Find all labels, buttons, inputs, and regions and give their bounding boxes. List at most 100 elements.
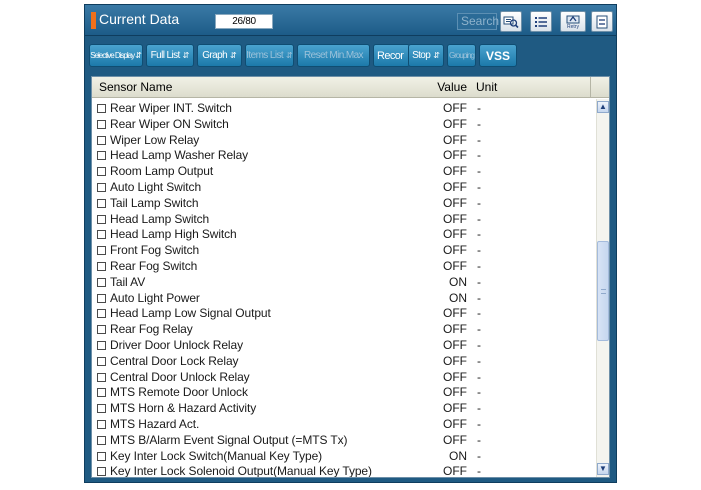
row-checkbox[interactable] xyxy=(97,261,106,271)
row-checkbox[interactable] xyxy=(97,293,106,303)
row-checkbox[interactable] xyxy=(97,135,106,145)
row-checkbox[interactable] xyxy=(97,372,106,382)
row-checkbox[interactable] xyxy=(97,356,106,366)
table-row[interactable]: MTS Horn & Hazard Activity OFF - xyxy=(92,401,592,417)
grouping-button[interactable]: Grouping xyxy=(447,44,476,67)
sensor-value: OFF xyxy=(443,164,467,179)
table-row[interactable]: Rear Fog Relay OFF - xyxy=(92,322,592,338)
graph-label: Graph xyxy=(202,50,228,61)
scroll-thumb[interactable] xyxy=(597,241,609,341)
full-list-button[interactable]: Full List ⇵ xyxy=(146,44,194,67)
row-checkbox[interactable] xyxy=(97,151,106,161)
retry-icon xyxy=(566,15,580,23)
table-row[interactable]: Tail AV ON - xyxy=(92,275,592,291)
table-row[interactable]: Key Inter Lock Solenoid Output(Manual Ke… xyxy=(92,464,592,478)
sensor-name: MTS B/Alarm Event Signal Output (=MTS Tx… xyxy=(110,432,348,447)
zoom-button[interactable] xyxy=(500,11,522,32)
vss-button[interactable]: VSS xyxy=(479,44,517,67)
menu-button[interactable] xyxy=(591,11,613,32)
row-checkbox[interactable] xyxy=(97,467,106,477)
table-row[interactable]: MTS Remote Door Unlock OFF - xyxy=(92,385,592,401)
sensor-unit: - xyxy=(477,306,481,321)
items-list-button[interactable]: Items List ⇵ xyxy=(245,44,294,67)
updown-arrow-icon: ⇵ xyxy=(433,50,440,60)
row-checkbox[interactable] xyxy=(97,419,106,429)
table-row[interactable]: MTS Hazard Act. OFF - xyxy=(92,417,592,433)
value-column-header[interactable]: Value xyxy=(397,80,467,94)
table-row[interactable]: Auto Light Power ON - xyxy=(92,291,592,307)
row-checkbox[interactable] xyxy=(97,246,106,256)
table-row[interactable]: Rear Wiper INT. Switch OFF - xyxy=(92,101,592,117)
row-checkbox[interactable] xyxy=(97,325,106,335)
unit-column-header[interactable]: Unit xyxy=(476,80,497,94)
table-row[interactable]: MTS B/Alarm Event Signal Output (=MTS Tx… xyxy=(92,433,592,449)
row-checkbox[interactable] xyxy=(97,167,106,177)
row-checkbox[interactable] xyxy=(97,309,106,319)
row-checkbox[interactable] xyxy=(97,214,106,224)
retry-button[interactable]: Retry xyxy=(560,11,586,32)
title-bar: Current Data 26/80 Search Retry xyxy=(85,5,616,36)
table-row[interactable]: Head Lamp Low Signal Output OFF - xyxy=(92,306,592,322)
graph-button[interactable]: Graph ⇵ xyxy=(197,44,242,67)
sensor-value: OFF xyxy=(443,227,467,242)
scroll-down-arrow-icon[interactable]: ▼ xyxy=(597,463,609,475)
sensor-name-column-header[interactable]: Sensor Name xyxy=(99,80,172,94)
sensor-unit: - xyxy=(477,369,481,384)
sensor-name: Central Door Unlock Relay xyxy=(110,369,250,384)
sensor-name: Head Lamp Washer Relay xyxy=(110,148,249,163)
row-checkbox[interactable] xyxy=(97,388,106,398)
sensor-value: OFF xyxy=(443,243,467,258)
sensor-unit: - xyxy=(477,401,481,416)
toolbar: Selective Display ⇵ Full List ⇵ Graph ⇵ Ite… xyxy=(85,37,616,75)
sensor-unit: - xyxy=(477,432,481,447)
row-checkbox[interactable] xyxy=(97,451,106,461)
stop-button[interactable]: Stop ⇵ xyxy=(408,44,444,67)
sensor-unit: - xyxy=(477,464,481,478)
selective-display-button[interactable]: Selective Display ⇵ xyxy=(89,44,143,67)
sensor-value: ON xyxy=(449,448,467,463)
table-row[interactable]: Central Door Unlock Relay OFF - xyxy=(92,370,592,386)
table-row[interactable]: Driver Door Unlock Relay OFF - xyxy=(92,338,592,354)
row-checkbox[interactable] xyxy=(97,435,106,445)
row-checkbox[interactable] xyxy=(97,404,106,414)
record-button[interactable]: Recor xyxy=(373,44,410,67)
table-row[interactable]: Central Door Lock Relay OFF - xyxy=(92,354,592,370)
reset-minmax-button[interactable]: Reset Min.Max xyxy=(297,44,370,67)
sensor-unit: - xyxy=(477,179,481,194)
vertical-scrollbar[interactable]: ▲ ▼ xyxy=(596,99,609,477)
row-checkbox[interactable] xyxy=(97,198,106,208)
table-row[interactable]: Head Lamp High Switch OFF - xyxy=(92,227,592,243)
table-row[interactable]: Key Inter Lock Switch(Manual Key Type) ON… xyxy=(92,449,592,465)
row-checkbox[interactable] xyxy=(97,230,106,240)
scroll-up-arrow-icon[interactable]: ▲ xyxy=(597,101,609,113)
search-input[interactable]: Search xyxy=(457,13,499,30)
table-row[interactable]: Tail Lamp Switch OFF - xyxy=(92,196,592,212)
updown-arrow-icon: ⇵ xyxy=(135,50,142,60)
row-checkbox[interactable] xyxy=(97,104,106,113)
row-checkbox[interactable] xyxy=(97,277,106,287)
table-row[interactable]: Front Fog Switch OFF - xyxy=(92,243,592,259)
table-row[interactable]: Rear Fog Switch OFF - xyxy=(92,259,592,275)
sensor-name: MTS Remote Door Unlock xyxy=(110,385,248,400)
list-button[interactable] xyxy=(530,11,552,32)
table-row[interactable]: Auto Light Switch OFF - xyxy=(92,180,592,196)
vss-label: VSS xyxy=(485,48,510,63)
zoom-icon xyxy=(503,16,519,28)
record-label: Recor xyxy=(377,49,404,62)
grouping-label: Grouping xyxy=(449,51,475,60)
sensor-unit: - xyxy=(477,148,481,163)
row-checkbox[interactable] xyxy=(97,119,106,129)
table-row[interactable]: Head Lamp Switch OFF - xyxy=(92,212,592,228)
sensor-unit: - xyxy=(477,116,481,131)
row-checkbox[interactable] xyxy=(97,340,106,350)
sensor-name: Tail AV xyxy=(110,274,146,289)
row-checkbox[interactable] xyxy=(97,182,106,192)
table-row[interactable]: Rear Wiper ON Switch OFF - xyxy=(92,117,592,133)
window-title: Current Data xyxy=(99,11,180,27)
table-row[interactable]: Wiper Low Relay OFF - xyxy=(92,133,592,149)
table-row[interactable]: Room Lamp Output OFF - xyxy=(92,164,592,180)
sensor-value: OFF xyxy=(443,148,467,163)
table-row[interactable]: Head Lamp Washer Relay OFF - xyxy=(92,148,592,164)
sensor-value: OFF xyxy=(443,195,467,210)
sensor-unit: - xyxy=(477,132,481,147)
